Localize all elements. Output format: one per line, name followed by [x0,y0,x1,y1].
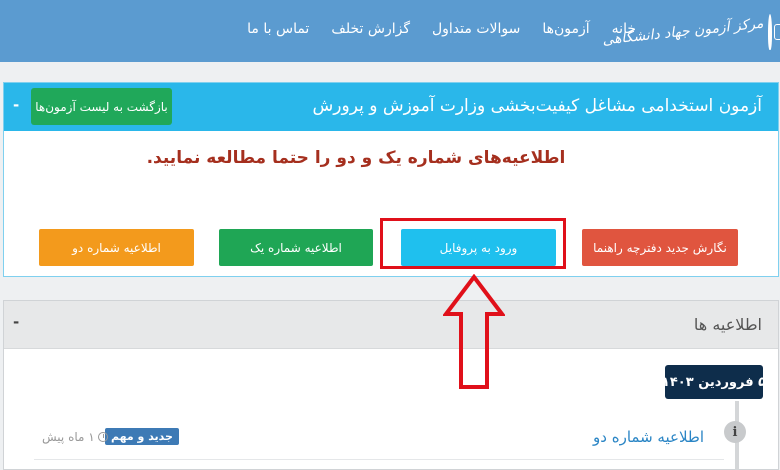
status-badge: جدید و مهم [105,428,179,445]
nav-home[interactable]: خانه [612,21,636,37]
nav-exams[interactable]: آزمون‌ها [542,21,589,37]
timestamp: ۱ ماه پیش [42,430,108,444]
date-badge: ۵ فروردین ۱۴۰۳ [662,365,766,399]
info-icon: i [724,421,746,443]
emblem-icon [768,14,780,50]
clock-icon [97,432,108,442]
site-logo[interactable]: مرکز آزمون جهاد دانشگاهی [602,8,780,56]
notice-text: اطلاعیه‌های شماره یک و دو را حتما مطالعه… [146,148,566,168]
top-navbar: مرکز آزمون جهاد دانشگاهی خانه آزمون‌ها س… [0,0,780,62]
nav-contact[interactable]: تماس با ما [247,21,309,37]
notice-two-button[interactable]: اطلاعیه شماره دو [39,229,194,266]
announcements-panel: اطلاعیه ها - ۵ فروردین ۱۴۰۳ i اطلاعیه شم… [3,300,779,470]
announcements-header: اطلاعیه ها - [4,301,778,349]
divider [34,459,724,460]
nav-report[interactable]: گزارش تخلف [331,21,410,37]
exam-title: آزمون استخدامی مشاغل کیفیت‌بخشی وزارت آم… [312,96,762,116]
notice-one-button[interactable]: اطلاعیه شماره یک [219,229,373,266]
announcement-link[interactable]: اطلاعیه شماره دو [593,428,704,446]
guide-booklet-button[interactable]: نگارش جدید دفترچه راهنما [582,229,738,266]
collapse-exam-button[interactable]: - [13,96,19,114]
profile-highlight-box [380,218,566,269]
announcements-title: اطلاعیه ها [693,315,762,334]
exam-panel-header: آزمون استخدامی مشاغل کیفیت‌بخشی وزارت آم… [4,83,778,131]
time-ago-text: ۱ ماه پیش [42,430,95,444]
main-nav: خانه آزمون‌ها سوالات متداول گزارش تخلف ت… [247,21,636,37]
nav-faq[interactable]: سوالات متداول [432,21,520,37]
back-to-exams-button[interactable]: بازگشت به لیست آزمون‌ها [31,88,172,125]
collapse-announcements-button[interactable]: - [13,313,19,331]
up-arrow-annotation-icon [443,274,505,389]
